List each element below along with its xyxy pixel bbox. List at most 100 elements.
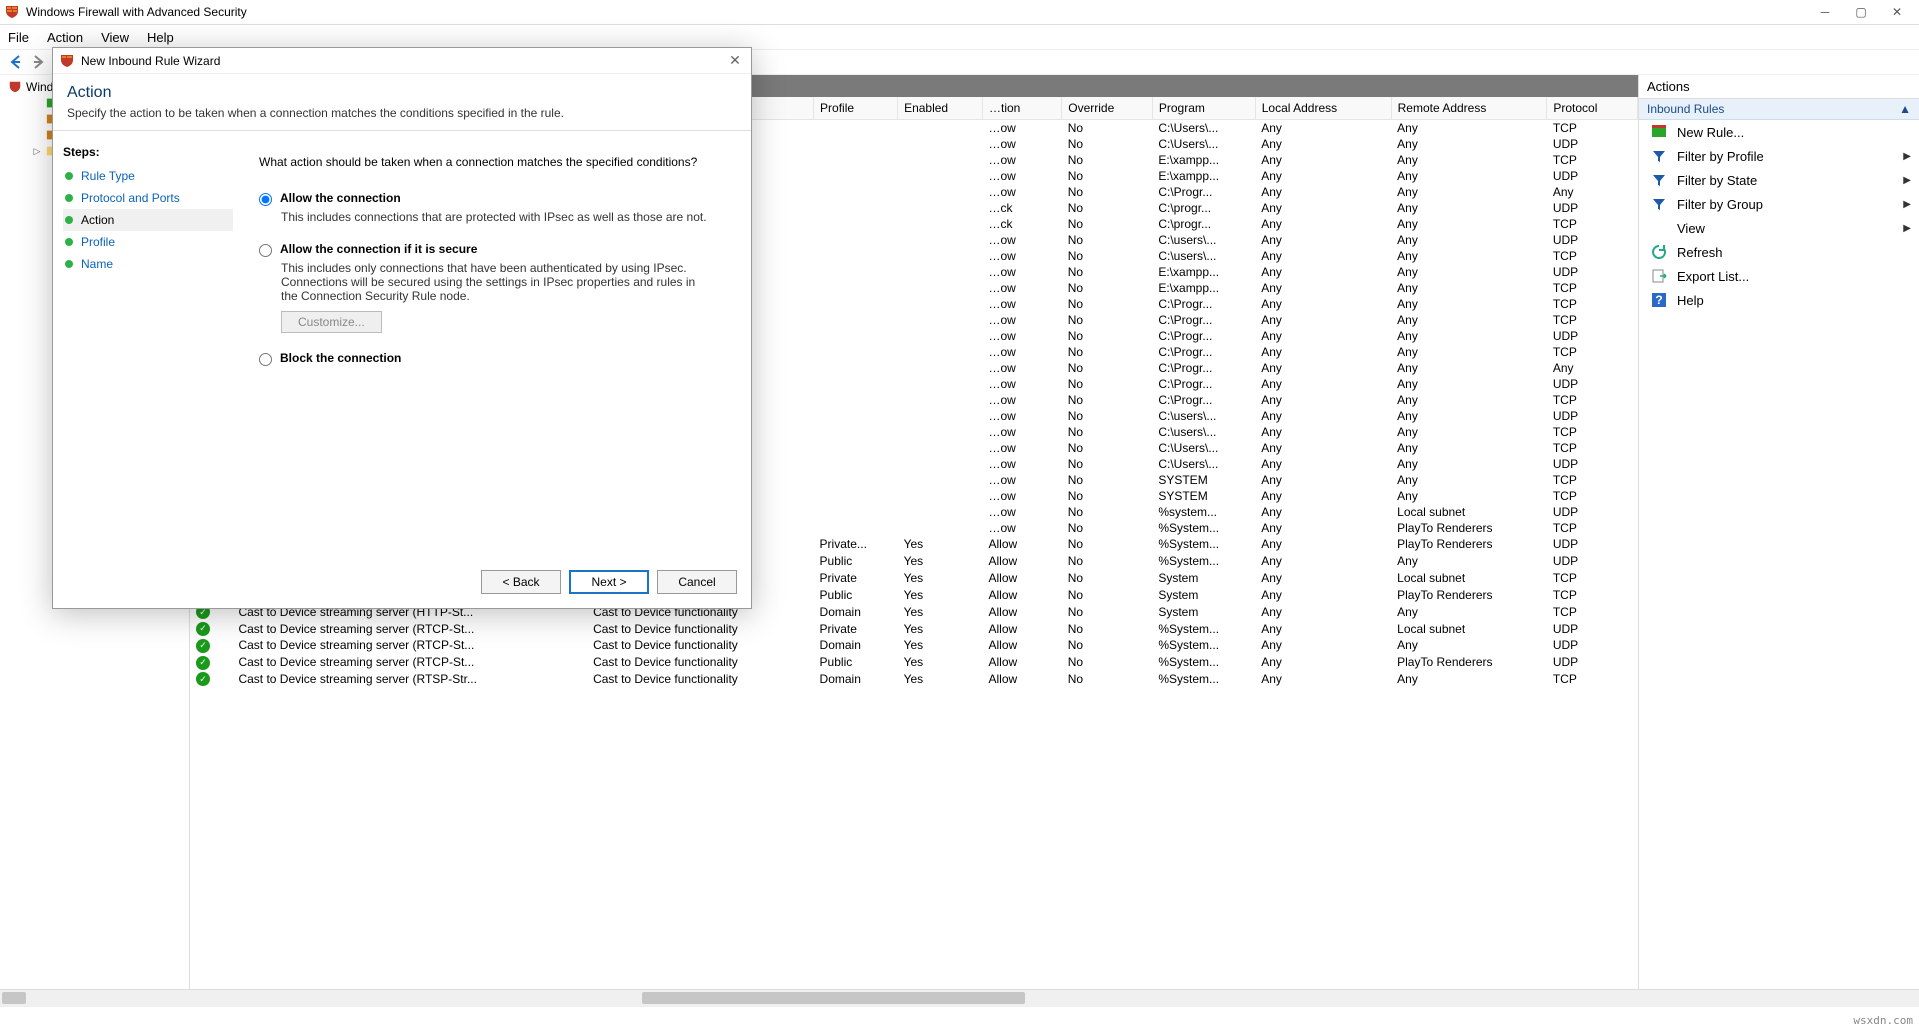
action-label: Help xyxy=(1677,293,1704,308)
submenu-arrow-icon: ▶ xyxy=(1903,199,1911,210)
rule-enabled-icon: ✓ xyxy=(196,672,210,686)
action-label: Export List... xyxy=(1677,269,1749,284)
submenu-arrow-icon: ▶ xyxy=(1903,223,1911,234)
step-dot-icon xyxy=(65,260,73,268)
step-dot-icon xyxy=(65,238,73,246)
blank-icon xyxy=(1651,220,1667,236)
action-label: Refresh xyxy=(1677,245,1723,260)
column-header[interactable]: Remote Address xyxy=(1391,97,1547,120)
action-label: Filter by Group xyxy=(1677,197,1763,212)
rules-hscroll-thumb[interactable] xyxy=(642,992,1026,1004)
wizard-step-protocol-and-ports[interactable]: Protocol and Ports xyxy=(63,187,233,209)
action-label: New Rule... xyxy=(1677,125,1744,140)
wizard-step-rule-type[interactable]: Rule Type xyxy=(63,165,233,187)
table-row[interactable]: ✓Cast to Device streaming server (RTSP-S… xyxy=(190,671,1638,688)
collapse-up-icon[interactable]: ▲ xyxy=(1899,102,1911,116)
column-header[interactable]: Profile xyxy=(814,97,898,120)
wizard-question: What action should be taken when a conne… xyxy=(259,155,725,169)
step-dot-icon xyxy=(65,172,73,180)
wizard-step-label: Profile xyxy=(81,235,115,249)
watermark: wsxdn.com xyxy=(1853,1014,1913,1027)
actions-subheader-label: Inbound Rules xyxy=(1647,102,1724,116)
tree-hscroll-thumb[interactable] xyxy=(2,992,26,1004)
menu-file[interactable]: File xyxy=(8,30,29,45)
wizard-option: Block the connection xyxy=(259,351,725,366)
firewall-shield-icon xyxy=(4,4,20,20)
action-help[interactable]: ? Help xyxy=(1639,288,1919,312)
wizard-title-text: New Inbound Rule Wizard xyxy=(81,54,220,68)
window-titlebar: Windows Firewall with Advanced Security … xyxy=(0,0,1919,25)
wizard-step-label: Name xyxy=(81,257,113,271)
column-header[interactable]: Program xyxy=(1152,97,1255,120)
wizard-description: Specify the action to be taken when a co… xyxy=(53,106,751,130)
actions-header: Actions xyxy=(1639,75,1919,99)
action-export-list[interactable]: Export List... xyxy=(1639,264,1919,288)
wizard-step-name[interactable]: Name xyxy=(63,253,233,275)
column-header[interactable]: …tion xyxy=(982,97,1061,120)
table-row[interactable]: ✓Cast to Device streaming server (RTCP-S… xyxy=(190,620,1638,637)
wizard-steps-nav: Steps: Rule Type Protocol and Ports Action… xyxy=(53,137,243,560)
option-radio-label[interactable]: Allow the connection xyxy=(259,191,725,206)
action-label: Filter by State xyxy=(1677,173,1757,188)
export-icon xyxy=(1651,268,1667,284)
wizard-step-profile[interactable]: Profile xyxy=(63,231,233,253)
column-header[interactable]: Local Address xyxy=(1255,97,1391,120)
menu-action[interactable]: Action xyxy=(47,30,83,45)
wizard-steps-title: Steps: xyxy=(63,145,233,159)
refresh-icon xyxy=(1651,244,1667,260)
option-radio-label[interactable]: Allow the connection if it is secure xyxy=(259,242,725,257)
option-title: Allow the connection xyxy=(280,191,401,205)
minimize-button[interactable]: ─ xyxy=(1807,0,1843,24)
action-view[interactable]: View ▶ xyxy=(1639,216,1919,240)
nav-forward-icon[interactable] xyxy=(28,52,48,72)
wizard-step-label: Rule Type xyxy=(81,169,135,183)
option-title: Allow the connection if it is secure xyxy=(280,242,477,256)
rule-enabled-icon: ✓ xyxy=(196,639,210,653)
wizard-option: Allow the connection if it is secure This… xyxy=(259,242,725,333)
close-button[interactable]: ✕ xyxy=(1879,0,1915,24)
action-refresh[interactable]: Refresh xyxy=(1639,240,1919,264)
next-button[interactable]: Next > xyxy=(569,570,649,594)
wizard-content: What action should be taken when a conne… xyxy=(243,137,751,560)
window-title: Windows Firewall with Advanced Security xyxy=(26,5,1807,19)
option-radio[interactable] xyxy=(259,244,272,257)
option-radio[interactable] xyxy=(259,353,272,366)
nav-back-icon[interactable] xyxy=(6,52,26,72)
filter-icon xyxy=(1651,172,1667,188)
column-header[interactable]: Override xyxy=(1062,97,1153,120)
menu-view[interactable]: View xyxy=(101,30,129,45)
firewall-shield-icon xyxy=(59,53,75,69)
action-filter-by-state[interactable]: Filter by State▶ xyxy=(1639,168,1919,192)
cancel-button[interactable]: Cancel xyxy=(657,570,737,594)
action-filter-by-group[interactable]: Filter by Group ▶ xyxy=(1639,192,1919,216)
table-row[interactable]: ✓Cast to Device streaming server (RTCP-S… xyxy=(190,654,1638,671)
svg-text:?: ? xyxy=(1655,293,1662,307)
customize-button: Customize... xyxy=(281,311,382,333)
column-header[interactable]: Enabled xyxy=(898,97,983,120)
filter-icon xyxy=(1651,148,1667,164)
maximize-button[interactable]: ▢ xyxy=(1843,0,1879,24)
wizard-footer: < Back Next > Cancel xyxy=(53,560,751,608)
option-radio[interactable] xyxy=(259,193,272,206)
table-row[interactable]: ✓Cast to Device streaming server (RTCP-S… xyxy=(190,637,1638,654)
help-icon: ? xyxy=(1651,292,1667,308)
menu-help[interactable]: Help xyxy=(147,30,174,45)
rule-enabled-icon: ✓ xyxy=(196,656,210,670)
tree-expand-icon[interactable]: ▷ xyxy=(32,146,42,157)
option-description: This includes only connections that have… xyxy=(281,261,711,303)
action-new-rule[interactable]: New Rule... xyxy=(1639,120,1919,144)
wizard-step-label: Action xyxy=(81,213,114,227)
option-radio-label[interactable]: Block the connection xyxy=(259,351,725,366)
column-header[interactable]: Protocol xyxy=(1547,97,1638,120)
wizard-close-icon[interactable]: ✕ xyxy=(725,52,745,69)
wizard-step-action[interactable]: Action xyxy=(63,209,233,231)
wizard-titlebar: New Inbound Rule Wizard ✕ xyxy=(53,48,751,74)
action-label: View xyxy=(1677,221,1705,236)
back-button[interactable]: < Back xyxy=(481,570,561,594)
option-title: Block the connection xyxy=(280,351,401,365)
rule-enabled-icon: ✓ xyxy=(196,622,210,636)
menubar: File Action View Help xyxy=(0,25,1919,49)
step-dot-icon xyxy=(65,194,73,202)
action-filter-by-profile[interactable]: Filter by Profile▶ xyxy=(1639,144,1919,168)
actions-subheader: Inbound Rules ▲ xyxy=(1639,99,1919,120)
